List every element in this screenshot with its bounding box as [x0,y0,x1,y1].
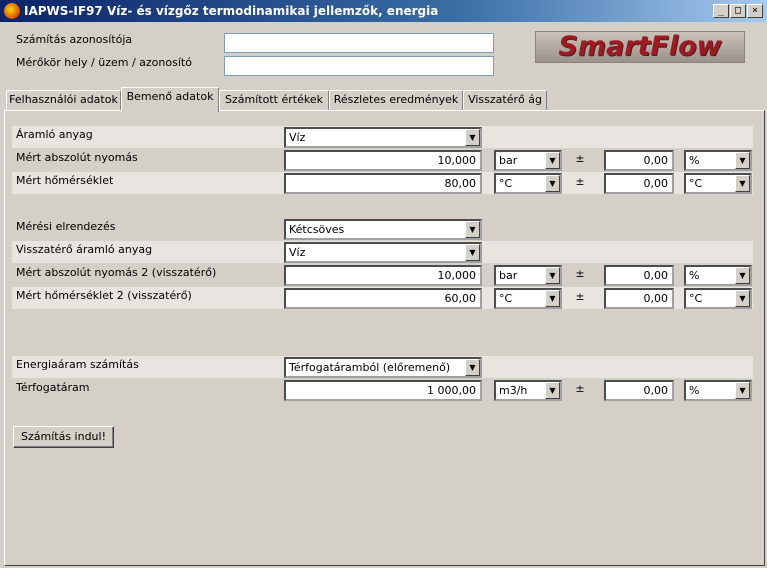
return-temperature-input[interactable]: 60,00 [284,288,482,309]
energy-flow-calc-select[interactable]: Térfogatáramból (előremenő) ▼ [284,357,482,378]
volume-flow-label: Térfogatáram [16,381,90,394]
chevron-down-icon[interactable]: ▼ [545,152,560,169]
chevron-down-icon[interactable]: ▼ [545,382,560,399]
energy-flow-calc-value: Térfogatáramból (előremenő) [289,361,451,374]
temperature-unit-select[interactable]: °C ▼ [494,173,562,194]
return-pressure-tolerance-unit-value: % [689,269,700,282]
pressure-tolerance-unit-select[interactable]: % ▼ [684,150,752,171]
maximize-button[interactable]: □ [730,4,746,18]
return-fluid-label: Visszatérő áramló anyag [16,243,153,256]
plus-minus-label: ± [575,267,585,280]
tab-detailed-results[interactable]: Részletes eredmények [329,90,463,110]
pressure-unit-select[interactable]: bar ▼ [494,150,562,171]
pressure-unit-value: bar [499,154,518,167]
return-temperature-tolerance-unit-value: °C [689,292,703,305]
temperature-tolerance-unit-select[interactable]: °C ▼ [684,173,752,194]
temperature-tolerance-unit-value: °C [689,177,703,190]
fluid-value: Víz [289,131,306,144]
measurement-layout-label: Mérési elrendezés [16,220,116,233]
pressure-tolerance-unit-value: % [689,154,700,167]
volume-flow-unit-value: m3/h [499,384,528,397]
pressure-input[interactable]: 10,000 [284,150,482,171]
chevron-down-icon[interactable]: ▼ [545,267,560,284]
plus-minus-label: ± [575,382,585,395]
measurement-layout-value: Kétcsöves [289,223,345,236]
plus-minus-label: ± [575,152,585,165]
return-temperature-unit-select[interactable]: °C ▼ [494,288,562,309]
tab-user-data[interactable]: Felhasználói adatok [6,90,121,110]
calc-id-label: Számítás azonosítója [16,33,133,46]
return-fluid-value: Víz [289,246,306,259]
return-pressure-unit-select[interactable]: bar ▼ [494,265,562,286]
return-temperature-tolerance-input[interactable]: 0,00 [604,288,674,309]
pressure-tolerance-input[interactable]: 0,00 [604,150,674,171]
calc-id-input[interactable] [224,33,494,53]
return-pressure-tolerance-input[interactable]: 0,00 [604,265,674,286]
tab-calculated-values[interactable]: Számított értékek [219,90,329,110]
measurement-layout-select[interactable]: Kétcsöves ▼ [284,219,482,240]
chevron-down-icon[interactable]: ▼ [465,221,480,238]
volume-flow-unit-select[interactable]: m3/h ▼ [494,380,562,401]
meter-input[interactable] [224,56,494,76]
plus-minus-label: ± [575,175,585,188]
plus-minus-label: ± [575,290,585,303]
volume-flow-tolerance-unit-select[interactable]: % ▼ [684,380,752,401]
return-temperature-label: Mért hőmérséklet 2 (visszatérő) [16,289,192,302]
chevron-down-icon[interactable]: ▼ [545,290,560,307]
chevron-down-icon[interactable]: ▼ [735,152,750,169]
chevron-down-icon[interactable]: ▼ [735,267,750,284]
window-title: IAPWS-IF97 Víz- és vízgőz termodinamikai… [24,4,439,18]
chevron-down-icon[interactable]: ▼ [735,290,750,307]
pressure-label: Mért abszolút nyomás [16,151,138,164]
fluid-label: Áramló anyag [16,128,93,141]
app-icon [4,3,20,19]
return-pressure-unit-value: bar [499,269,518,282]
minimize-button[interactable]: _ [713,4,729,18]
return-pressure-label: Mért abszolút nyomás 2 (visszatérő) [16,266,217,279]
smartflow-logo: SmartFlow [535,31,745,63]
temperature-tolerance-input[interactable]: 0,00 [604,173,674,194]
temperature-unit-value: °C [499,177,513,190]
return-pressure-tolerance-unit-select[interactable]: % ▼ [684,265,752,286]
energy-flow-calc-label: Energiaáram számítás [16,358,139,371]
volume-flow-input[interactable]: 1 000,00 [284,380,482,401]
close-button[interactable]: × [747,4,763,18]
chevron-down-icon[interactable]: ▼ [465,359,480,376]
return-pressure-input[interactable]: 10,000 [284,265,482,286]
return-temperature-unit-value: °C [499,292,513,305]
start-calculation-button[interactable]: Számítás indul! [13,426,114,448]
tab-input-data[interactable]: Bemenő adatok [121,87,219,112]
tab-return-branch[interactable]: Visszatérő ág [463,90,547,110]
temperature-label: Mért hőmérséklet [16,174,114,187]
chevron-down-icon[interactable]: ▼ [465,244,480,261]
chevron-down-icon[interactable]: ▼ [735,175,750,192]
fluid-select[interactable]: Víz ▼ [284,127,482,148]
chevron-down-icon[interactable]: ▼ [545,175,560,192]
meter-label: Mérőkör hely / üzem / azonosító [16,56,192,69]
chevron-down-icon[interactable]: ▼ [735,382,750,399]
temperature-input[interactable]: 80,00 [284,173,482,194]
return-fluid-select[interactable]: Víz ▼ [284,242,482,263]
volume-flow-tolerance-unit-value: % [689,384,700,397]
chevron-down-icon[interactable]: ▼ [465,129,480,146]
return-temperature-tolerance-unit-select[interactable]: °C ▼ [684,288,752,309]
volume-flow-tolerance-input[interactable]: 0,00 [604,380,674,401]
